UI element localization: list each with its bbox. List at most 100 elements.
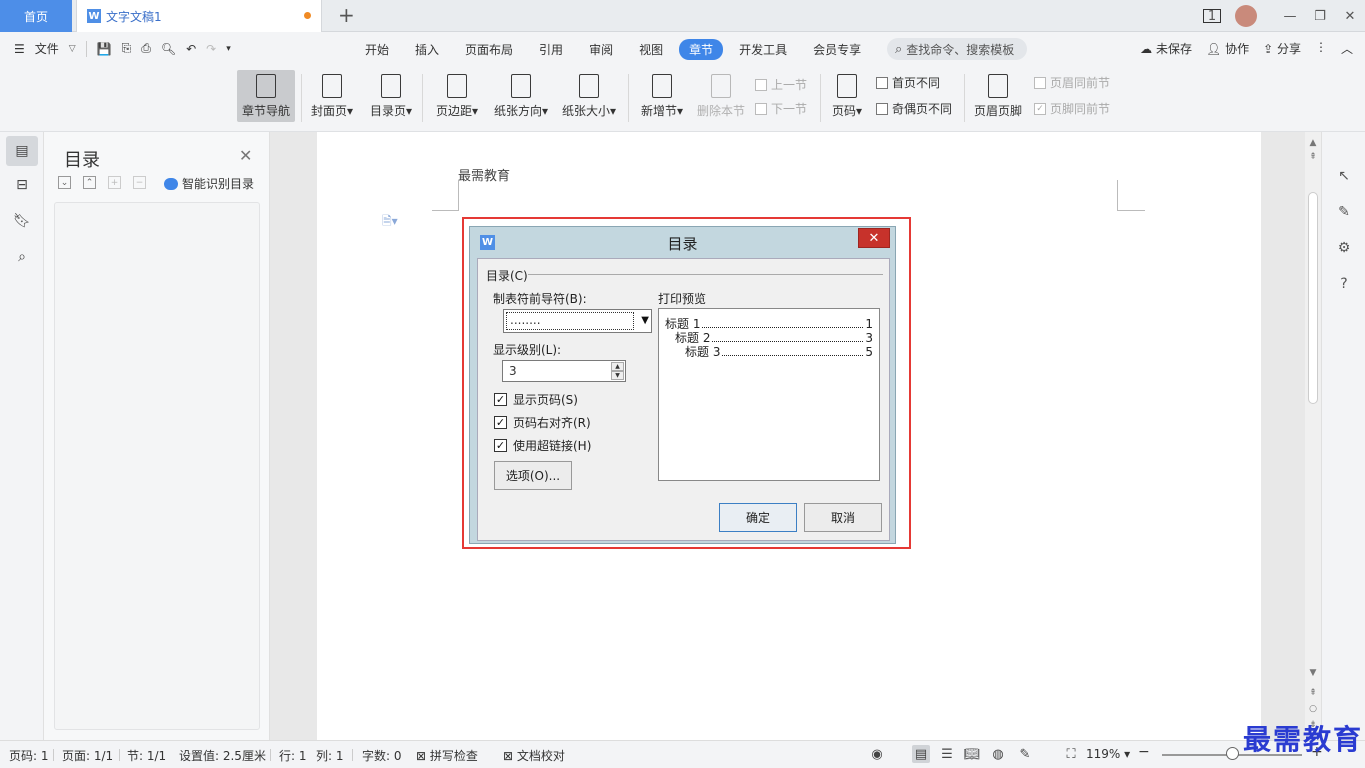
collaborate-button[interactable]: 👤︎ 协作 xyxy=(1206,40,1249,57)
close-icon[interactable]: ✕ xyxy=(239,146,252,165)
cancel-button[interactable]: 取消 xyxy=(804,503,882,532)
orientation-button[interactable]: 纸张方向▾ xyxy=(490,70,552,122)
delete-section-button[interactable]: 删除本节 xyxy=(695,70,747,122)
scroll-up-icon[interactable]: ▲ xyxy=(1305,138,1321,148)
levels-stepper[interactable]: 3 ▲ ▼ xyxy=(502,360,626,382)
footer-same-as-previous-checkbox[interactable]: ✓ 页脚同前节 xyxy=(1034,100,1110,117)
help-icon[interactable]: ? xyxy=(1334,274,1354,294)
status-page[interactable]: 页面: 1/1 xyxy=(62,747,113,764)
more-icon[interactable]: ⋮ xyxy=(1315,40,1327,57)
tab-member[interactable]: 会员专享 xyxy=(803,39,871,60)
remove-icon[interactable]: − xyxy=(133,176,146,189)
select-browse-icon[interactable]: ○ xyxy=(1305,704,1321,714)
write-mode-icon[interactable]: ✎ xyxy=(1016,745,1034,763)
redo-icon[interactable]: ↷ xyxy=(206,42,216,56)
toc-page-button[interactable]: 目录页▾ xyxy=(366,70,416,122)
close-icon[interactable]: ✕ xyxy=(858,228,890,248)
status-section[interactable]: 节: 1/1 xyxy=(127,747,166,764)
format-painter-icon[interactable]: ⎘ xyxy=(122,41,132,56)
tab-references[interactable]: 引用 xyxy=(529,39,573,60)
status-page-number[interactable]: 页码: 1 xyxy=(9,747,49,764)
web-view-icon[interactable]: ◍ xyxy=(989,745,1007,763)
search-icon[interactable]: ⌕ xyxy=(6,242,38,272)
hamburger-menu-icon[interactable]: ☰ xyxy=(14,42,25,56)
header-same-as-previous-checkbox[interactable]: 页眉同前节 xyxy=(1034,74,1110,91)
add-icon[interactable]: + xyxy=(108,176,121,189)
collapse-ribbon-icon[interactable]: ︿ xyxy=(1341,40,1353,57)
print-icon[interactable]: ⎙ xyxy=(141,41,151,56)
avatar[interactable] xyxy=(1235,5,1257,27)
prev-section-button[interactable]: 上一节 xyxy=(755,76,807,93)
leader-select[interactable]: ........ ▼ xyxy=(503,309,652,333)
prev-page-icon[interactable]: ⇞ xyxy=(1305,152,1321,162)
collapse-up-icon[interactable]: ⌃ xyxy=(83,176,96,189)
file-menu[interactable]: 文件 xyxy=(35,40,59,57)
select-pointer-icon[interactable]: ↖ xyxy=(1334,166,1354,186)
spell-check-button[interactable]: ⊠ 拼写检查 xyxy=(416,747,478,764)
ok-button[interactable]: 确定 xyxy=(719,503,797,532)
section-navigation-button[interactable]: 章节导航 xyxy=(237,70,295,122)
paragraph-handle-icon[interactable]: 🗎▾ xyxy=(382,212,398,233)
odd-even-different-checkbox[interactable]: 奇偶页不同 xyxy=(876,100,952,117)
tab-page-layout[interactable]: 页面布局 xyxy=(455,39,523,60)
unsaved-cloud-button[interactable]: ☁ 未保存 xyxy=(1140,40,1192,57)
toc-panel-icon[interactable]: ▤ xyxy=(6,136,38,166)
prev-page-icon[interactable]: ⇞ xyxy=(1305,688,1321,698)
status-setting[interactable]: 设置值: 2.5厘米 xyxy=(179,747,266,764)
scroll-down-icon[interactable]: ▼ xyxy=(1305,668,1321,678)
minimize-icon[interactable]: — xyxy=(1275,9,1305,24)
first-page-different-checkbox[interactable]: 首页不同 xyxy=(876,74,940,91)
status-word-count[interactable]: 字数: 0 xyxy=(362,747,402,764)
tab-section[interactable]: 章节 xyxy=(679,39,724,60)
new-tab-button[interactable]: + xyxy=(338,4,355,26)
tab-review[interactable]: 审阅 xyxy=(579,39,623,60)
customize-toolbar-icon[interactable]: ▾ xyxy=(226,44,231,54)
eye-protection-icon[interactable]: ◉ xyxy=(868,745,886,763)
collapse-down-icon[interactable]: ⌄ xyxy=(58,176,71,189)
new-section-button[interactable]: 新增节▾ xyxy=(638,70,686,122)
right-align-checkbox[interactable]: ✓ 页码右对齐(R) xyxy=(494,414,591,431)
tab-home[interactable]: 开始 xyxy=(355,39,399,60)
print-preview-icon[interactable]: 🔍︎ xyxy=(161,42,176,56)
margin-button[interactable]: 页边距▾ xyxy=(432,70,482,122)
status-row[interactable]: 行: 1 xyxy=(279,747,307,764)
chevron-down-icon[interactable]: ▽ xyxy=(69,44,76,54)
reading-view-icon[interactable]: 📖︎ xyxy=(963,745,981,763)
zoom-slider-knob[interactable] xyxy=(1226,747,1239,760)
share-button[interactable]: ⇪ 分享 xyxy=(1263,40,1301,57)
dialog-title-bar[interactable]: W 目录 ✕ xyxy=(470,227,895,255)
home-tab[interactable]: 首页 xyxy=(0,0,72,32)
settings-sliders-icon[interactable]: ⚙ xyxy=(1334,238,1354,258)
tab-insert[interactable]: 插入 xyxy=(405,39,449,60)
spin-up-icon[interactable]: ▲ xyxy=(611,362,624,371)
use-hyperlinks-checkbox[interactable]: ✓ 使用超链接(H) xyxy=(494,437,591,454)
zoom-out-icon[interactable]: − xyxy=(1138,744,1150,760)
command-search[interactable]: ⌕ 查找命令、搜索模板 xyxy=(887,38,1027,60)
document-tab[interactable]: W 文字文稿1 xyxy=(76,0,322,32)
page-number-button[interactable]: 页码▾ xyxy=(828,70,866,122)
vertical-scrollbar[interactable]: ▲ ⇞ ▼ ⇞ ○ ⇟ xyxy=(1305,132,1321,740)
pen-icon[interactable]: ✎ xyxy=(1334,202,1354,222)
outline-view-icon[interactable]: ☰ xyxy=(938,745,956,763)
close-window-icon[interactable]: ✕ xyxy=(1335,9,1365,24)
page-view-icon[interactable]: ▤ xyxy=(912,745,930,763)
show-page-numbers-checkbox[interactable]: ✓ 显示页码(S) xyxy=(494,391,578,408)
undo-icon[interactable]: ↶ xyxy=(186,42,196,56)
cover-page-button[interactable]: 封面页▾ xyxy=(307,70,357,122)
scroll-thumb[interactable] xyxy=(1308,192,1318,404)
next-section-button[interactable]: 下一节 xyxy=(755,100,807,117)
smart-toc-button[interactable]: 智能识别目录 xyxy=(164,175,254,192)
paper-size-button[interactable]: 纸张大小▾ xyxy=(559,70,619,122)
spin-down-icon[interactable]: ▼ xyxy=(611,371,624,380)
save-icon[interactable]: 💾 xyxy=(97,42,112,56)
bookmark-icon[interactable]: 🔖︎ xyxy=(6,206,38,236)
window-count-badge[interactable]: 1 xyxy=(1203,9,1221,24)
status-col[interactable]: 列: 1 xyxy=(316,747,344,764)
tab-developer[interactable]: 开发工具 xyxy=(729,39,797,60)
section-tree-icon[interactable]: ⊟ xyxy=(6,170,38,200)
options-button[interactable]: 选项(O)... xyxy=(494,461,572,490)
tab-view[interactable]: 视图 xyxy=(629,39,673,60)
restore-icon[interactable]: ❐ xyxy=(1305,9,1335,24)
zoom-level[interactable]: 119% ▾ xyxy=(1086,747,1130,761)
header-footer-button[interactable]: 页眉页脚 xyxy=(972,70,1024,122)
